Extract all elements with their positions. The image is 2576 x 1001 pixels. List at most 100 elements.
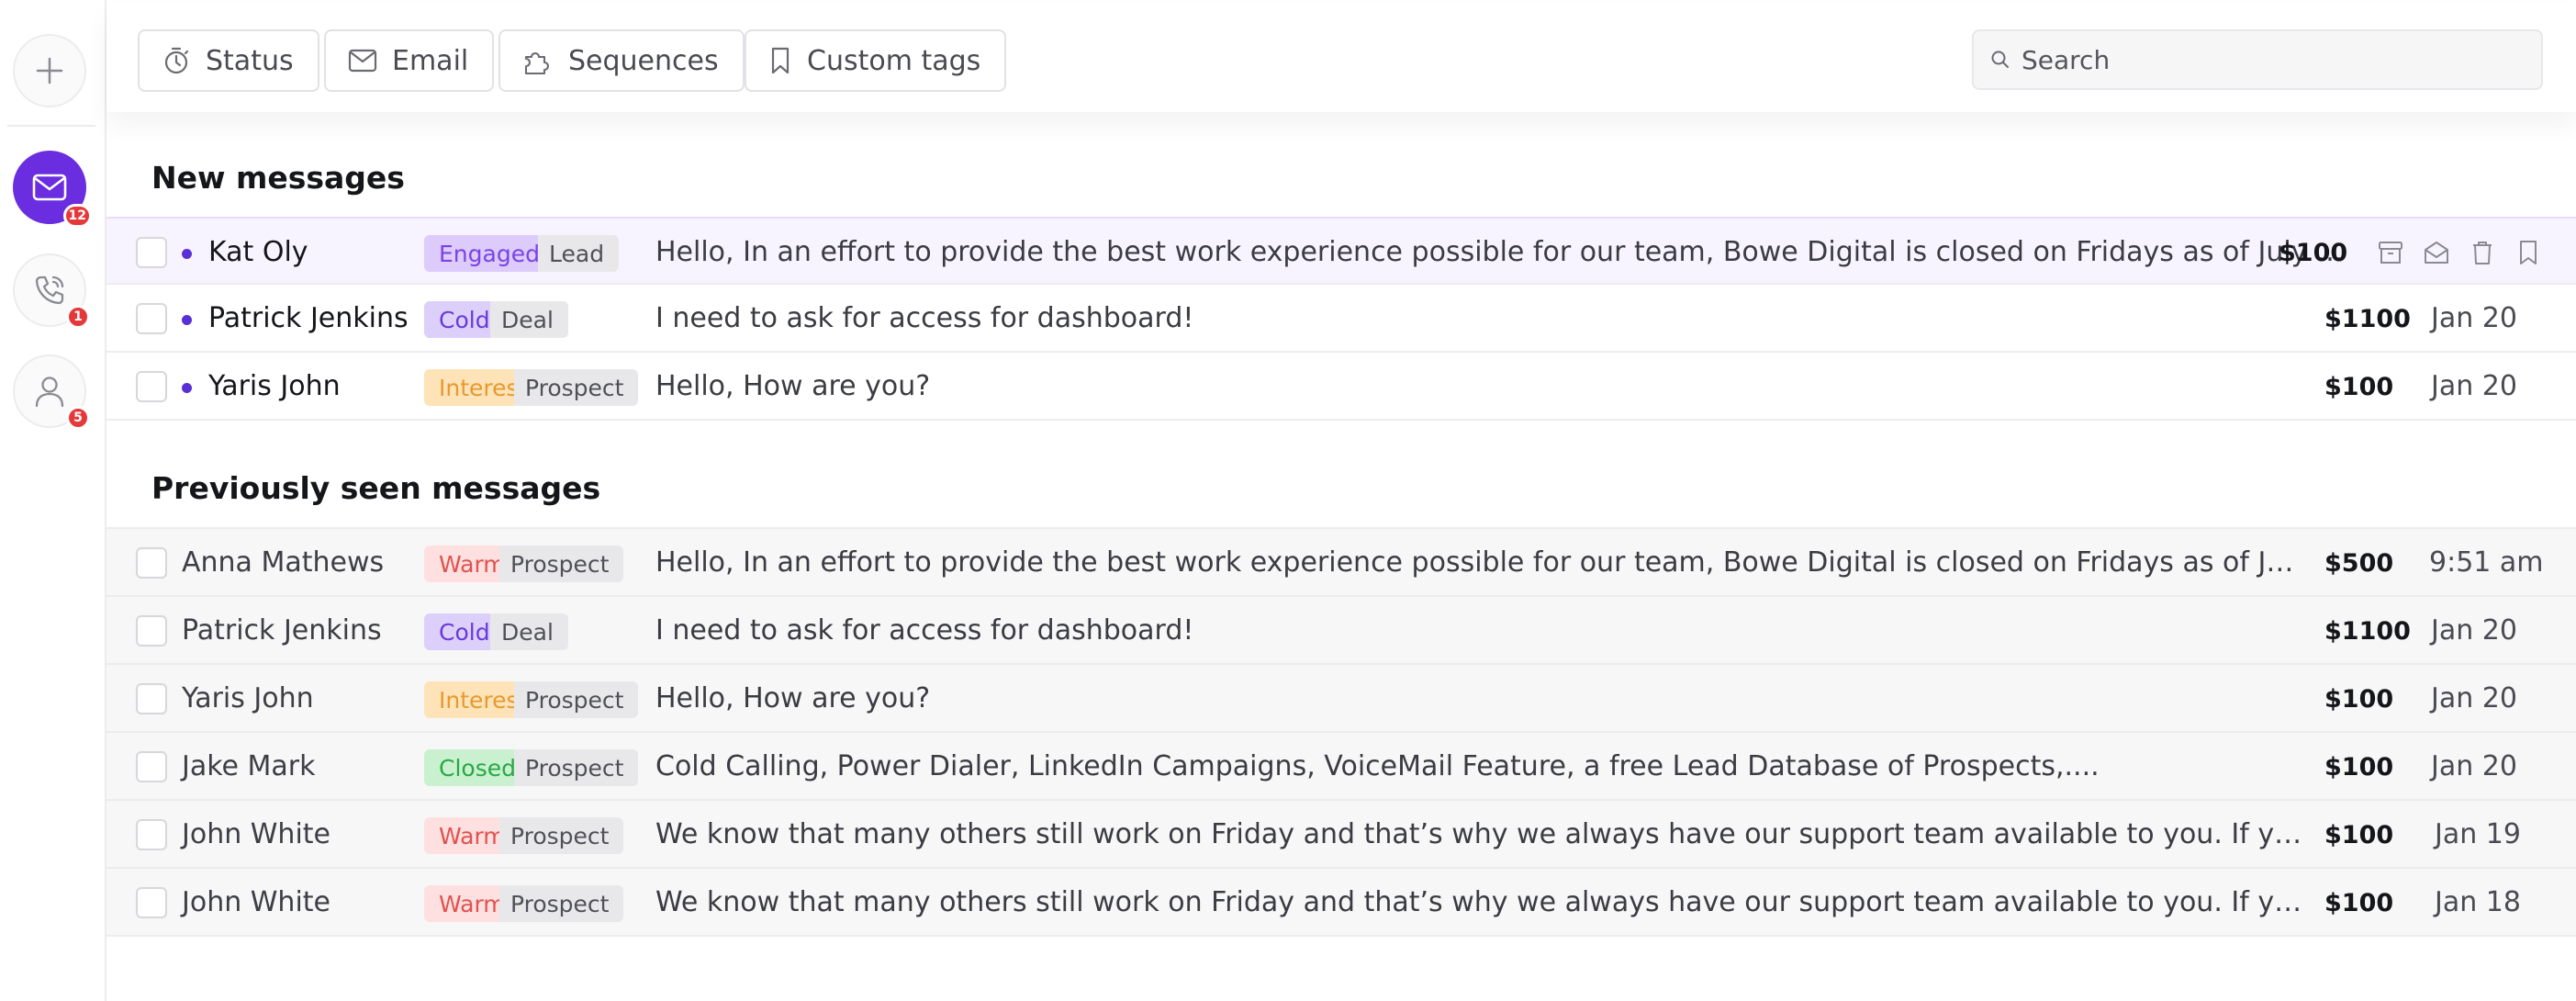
message-date: Jan 19: [2435, 818, 2521, 850]
tag-group: Closed Prospect: [424, 749, 639, 786]
message-row[interactable]: Jake Mark Closed Prospect Cold Calling, …: [106, 733, 2576, 801]
message-row[interactable]: Patrick Jenkins Cold Deal I need to ask …: [106, 285, 2576, 353]
sender-name: Anna Mathews: [182, 546, 385, 579]
deal-amount: $100: [2324, 753, 2394, 782]
status-tag: Warm: [424, 885, 499, 922]
email-filter-button[interactable]: Email: [324, 29, 495, 92]
sender-name: Kat Oly: [208, 236, 308, 268]
tag-group: Warm Prospect: [424, 817, 624, 854]
nav-calls-button[interactable]: 1: [13, 253, 90, 329]
message-row[interactable]: Anna Mathews Warm Prospect Hello, In an …: [106, 529, 2576, 597]
envelope-icon: [32, 174, 67, 201]
stage-tag: Deal: [490, 613, 568, 650]
message-row[interactable]: John White Warm Prospect We know that ma…: [106, 801, 2576, 869]
tag-group: Warm Prospect: [424, 885, 624, 922]
deal-amount: $100: [2324, 685, 2394, 714]
status-filter-button[interactable]: Status: [138, 29, 319, 92]
status-tag: Interested: [424, 369, 514, 406]
row-checkbox[interactable]: [136, 547, 167, 579]
message-date: Jan 20: [2431, 302, 2517, 334]
mark-read-icon[interactable]: [2420, 235, 2453, 270]
row-checkbox[interactable]: [136, 615, 167, 647]
status-tag: Cold: [424, 301, 490, 338]
message-date: Jan 20: [2431, 614, 2517, 647]
sender-name: Patrick Jenkins: [208, 302, 409, 334]
message-row[interactable]: Yaris John Interested Prospect Hello, Ho…: [106, 665, 2576, 733]
message-preview: Hello, In an effort to provide the best …: [655, 546, 2304, 579]
message-row[interactable]: Patrick Jenkins Cold Deal I need to ask …: [106, 597, 2576, 665]
puzzle-icon: [524, 51, 550, 75]
message-date: Jan 18: [2435, 886, 2521, 918]
stage-tag: Prospect: [499, 885, 624, 922]
deal-amount: $1100: [2324, 305, 2411, 333]
contacts-count-badge: 5: [66, 406, 90, 430]
user-icon: [35, 377, 64, 408]
row-checkbox[interactable]: [136, 237, 167, 268]
nav-inbox-button[interactable]: 12: [13, 151, 92, 228]
nav-contacts-button[interactable]: 5: [13, 354, 90, 430]
status-tag: Warm: [424, 817, 499, 854]
message-preview: We know that many others still work on F…: [655, 886, 2304, 918]
filter-toolbar: Status Email Sequences Custom tags: [106, 4, 2576, 112]
tag-group: Interested Prospect: [424, 681, 639, 718]
rail-divider: [7, 125, 95, 127]
row-checkbox[interactable]: [136, 303, 167, 334]
new-messages-heading: New messages: [151, 160, 405, 196]
deal-amount: $100: [2324, 889, 2394, 917]
status-tag: Closed: [424, 749, 514, 786]
inbox-count-badge: 12: [62, 204, 92, 228]
row-checkbox[interactable]: [136, 371, 167, 402]
message-preview: Hello, How are you?: [655, 682, 931, 714]
tag-group: Interested Prospect: [424, 369, 639, 406]
row-checkbox[interactable]: [136, 887, 167, 918]
message-date: Jan 20: [2431, 750, 2517, 782]
tag-group: Cold Deal: [424, 301, 568, 338]
tag-group: Warm Prospect: [424, 545, 624, 582]
sequences-filter-label: Sequences: [568, 44, 719, 77]
status-tag: Interested: [424, 681, 514, 718]
message-date: Jan 20: [2431, 370, 2517, 402]
status-filter-label: Status: [206, 44, 294, 77]
bookmark-icon[interactable]: [2512, 235, 2545, 270]
status-tag: Warm: [424, 545, 499, 582]
sender-name: Patrick Jenkins: [182, 614, 382, 647]
search-input[interactable]: [2022, 44, 2536, 75]
envelope-icon: [348, 49, 377, 73]
new-messages-list: Kat Oly Engaged Lead Hello, In an effort…: [106, 217, 2576, 421]
message-row[interactable]: Kat Oly Engaged Lead Hello, In an effort…: [106, 217, 2576, 285]
status-tag: Cold: [424, 613, 490, 650]
message-row[interactable]: John White Warm Prospect We know that ma…: [106, 869, 2576, 937]
message-preview: I need to ask for access for dashboard!: [655, 302, 1194, 334]
custom-tags-filter-label: Custom tags: [807, 44, 981, 77]
row-checkbox[interactable]: [136, 819, 167, 850]
deal-amount: $1100: [2324, 617, 2411, 646]
row-checkbox[interactable]: [136, 751, 167, 782]
deal-amount: $500: [2324, 549, 2394, 578]
sequences-filter-button[interactable]: Sequences: [498, 29, 745, 92]
message-preview: Hello, In an effort to provide the best …: [655, 236, 2346, 268]
message-row[interactable]: Yaris John Interested Prospect Hello, Ho…: [106, 353, 2576, 421]
custom-tags-filter-button[interactable]: Custom tags: [745, 29, 1007, 92]
deal-amount: $100: [2279, 239, 2348, 267]
stage-tag: Deal: [490, 301, 568, 338]
stage-tag: Prospect: [514, 749, 639, 786]
tag-group: Cold Deal: [424, 613, 568, 650]
message-preview: I need to ask for access for dashboard!: [655, 614, 1194, 647]
message-preview: Hello, How are you?: [655, 370, 931, 402]
archive-icon[interactable]: [2374, 235, 2407, 270]
deal-amount: $100: [2324, 373, 2394, 401]
row-checkbox[interactable]: [136, 683, 167, 714]
search-box[interactable]: [1972, 29, 2543, 90]
message-date: Jan 20: [2431, 682, 2517, 714]
search-icon: [1991, 51, 2009, 68]
compose-button[interactable]: [13, 34, 86, 107]
row-actions: [2374, 235, 2545, 270]
tag-group: Engaged Lead: [424, 235, 620, 272]
trash-icon[interactable]: [2466, 235, 2499, 270]
stage-tag: Prospect: [514, 681, 639, 718]
seen-messages-heading: Previously seen messages: [151, 470, 601, 506]
deal-amount: $100: [2324, 821, 2394, 849]
plus-icon: [36, 57, 63, 84]
status-tag: Engaged: [424, 235, 538, 272]
sender-name: Jake Mark: [182, 750, 316, 782]
